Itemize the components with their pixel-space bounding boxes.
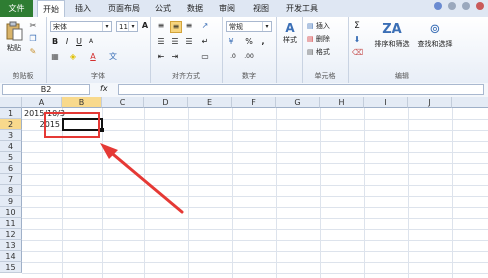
annotation-arrow	[100, 143, 184, 214]
annotation-arrow-shaft	[106, 148, 184, 214]
